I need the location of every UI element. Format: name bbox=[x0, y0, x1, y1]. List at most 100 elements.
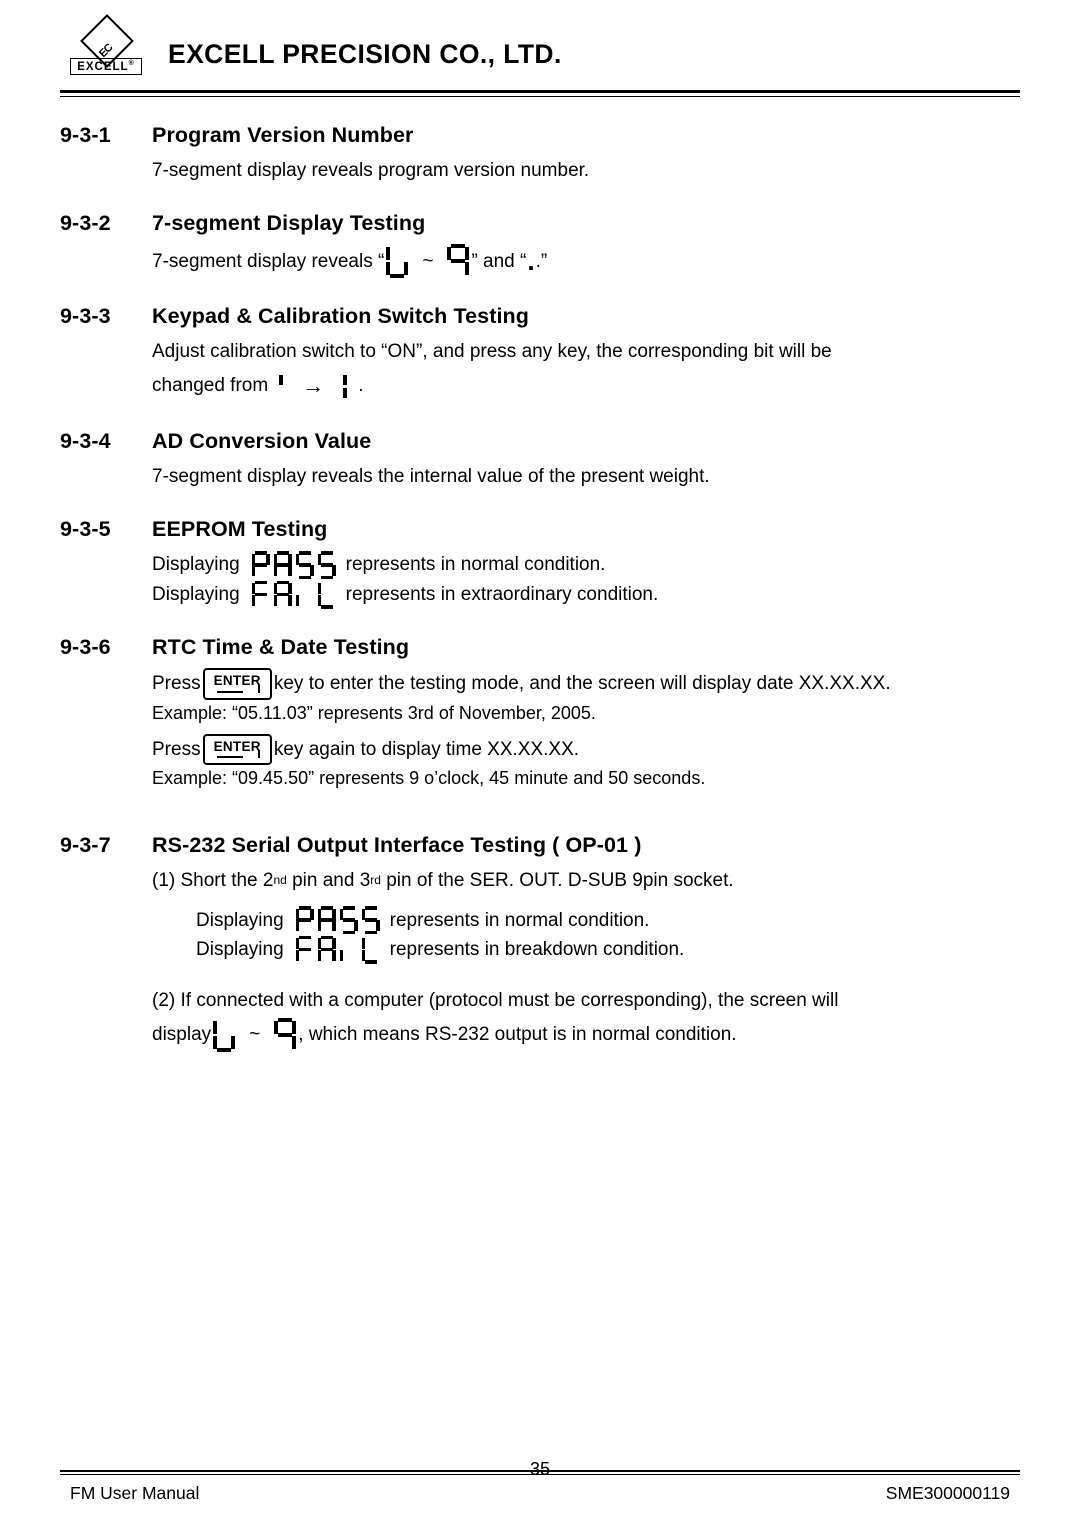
range-tilde: ~ bbox=[422, 250, 434, 272]
enter-key-button[interactable]: ENTER bbox=[202, 668, 272, 700]
bit-off-glyph bbox=[276, 373, 286, 399]
seg-letter-a bbox=[317, 935, 336, 964]
condition-text: represents in normal condition. bbox=[345, 554, 606, 576]
seg-letter-s-1 bbox=[295, 551, 314, 580]
condition-text: represents in extraordinary condition. bbox=[345, 583, 659, 605]
seg-letter-f bbox=[251, 580, 270, 609]
pass-display-line: Displaying represents in normal conditio… bbox=[152, 550, 1020, 580]
section-number: 9-3-6 bbox=[60, 635, 111, 660]
section-heading: 9-3-5 EEPROM Testing bbox=[60, 517, 1020, 542]
section-number: 9-3-7 bbox=[60, 833, 111, 858]
section-number: 9-3-1 bbox=[60, 123, 111, 147]
displaying-label: Displaying bbox=[196, 909, 284, 931]
logo-word-sup: ® bbox=[128, 60, 135, 67]
section-heading: 9-3-7 RS-232 Serial Output Interface Tes… bbox=[60, 833, 1020, 858]
seg-letter-i bbox=[295, 581, 314, 609]
section-number: 9-3-4 bbox=[60, 428, 111, 453]
seg-letter-l bbox=[361, 936, 380, 964]
fail-display-line: Displaying represents in extraordinary c… bbox=[152, 580, 1020, 609]
enter-key-button[interactable]: ENTER bbox=[202, 733, 272, 766]
displaying-label: Displaying bbox=[152, 554, 240, 576]
body-line-text: changed from bbox=[152, 375, 269, 397]
fail-display-line: Displaying represents in breakdown condi… bbox=[196, 935, 1020, 964]
section-9-3-5: 9-3-5 EEPROM Testing Displaying represen… bbox=[60, 517, 1020, 609]
seven-segment-glyph-bottom-left bbox=[213, 1018, 236, 1052]
section-9-3-4: 9-3-4 AD Conversion Value 7-segment disp… bbox=[60, 429, 1020, 491]
section-title: Program Version Number bbox=[152, 123, 414, 147]
seg-letter-s-2 bbox=[317, 551, 336, 580]
bit-on-glyph bbox=[340, 373, 350, 399]
press-instruction-text: key again to display time XX.XX.XX. bbox=[273, 738, 580, 760]
seg-letter-a bbox=[317, 906, 336, 934]
pass-display-line: Displaying represents in normal conditio… bbox=[196, 906, 1020, 935]
list-item-1: (1) Short the 2 nd pin and 3 rd pin of t… bbox=[152, 866, 1020, 895]
footer-left-text: FM User Manual bbox=[70, 1483, 200, 1503]
item1-ordinal-rd: rd bbox=[370, 873, 381, 888]
section-9-3-2: 9-3-2 7-segment Display Testing 7-segmen… bbox=[60, 211, 1020, 279]
range-tilde: ~ bbox=[249, 1024, 261, 1046]
seg-letter-i bbox=[339, 936, 358, 964]
body-tail-text: .” bbox=[535, 250, 548, 272]
header-divider bbox=[60, 90, 1020, 97]
footer-row: FM User Manual SME300000119 bbox=[60, 1483, 1020, 1504]
item2-post-text: , which means RS-232 output is in normal… bbox=[298, 1024, 737, 1046]
section-heading: 9-3-1 Program Version Number bbox=[60, 123, 1020, 148]
press-enter-line-2: Press ENTER key again to display time XX… bbox=[152, 733, 1020, 766]
section-title: Keypad & Calibration Switch Testing bbox=[152, 304, 530, 329]
press-enter-line-1: Press ENTER key to enter the testing mod… bbox=[152, 668, 1020, 700]
body-line-with-glyphs: changed from → . bbox=[152, 369, 1020, 403]
footer-right-text: SME300000119 bbox=[885, 1483, 1010, 1503]
arrow-glyph: → bbox=[302, 372, 325, 398]
press-label: Press bbox=[152, 673, 201, 695]
seg-letter-s-2 bbox=[361, 906, 380, 935]
section-title: EEPROM Testing bbox=[152, 517, 328, 542]
displaying-label: Displaying bbox=[196, 938, 284, 960]
example-line-2: Example: “09.45.50” represents 9 o’clock… bbox=[152, 768, 706, 789]
seg-letter-a bbox=[273, 580, 292, 609]
section-body: Press ENTER key to enter the testing mod… bbox=[152, 668, 1020, 793]
section-body: (1) Short the 2 nd pin and 3 rd pin of t… bbox=[152, 866, 1020, 1052]
body-line: 7-segment display reveals program versio… bbox=[152, 160, 590, 181]
item1-mid-text: pin and 3 bbox=[292, 870, 371, 892]
item1-ordinal-nd: nd bbox=[273, 873, 287, 888]
section-9-3-7: 9-3-7 RS-232 Serial Output Interface Tes… bbox=[60, 833, 1020, 1052]
list-item-2-line2: display ~ , which means RS-232 output is… bbox=[152, 1017, 1020, 1052]
body-mid-text: ” and “ bbox=[471, 250, 527, 272]
body-line: Adjust calibration switch to “ON”, and p… bbox=[152, 341, 832, 363]
section-body: 7-segment display reveals the internal v… bbox=[152, 462, 1020, 491]
section-number: 9-3-2 bbox=[60, 211, 111, 236]
press-label: Press bbox=[152, 738, 201, 760]
list-item-2-line1: (2) If connected with a computer (protoc… bbox=[152, 990, 839, 1012]
page-footer: FM User Manual SME300000119 bbox=[60, 1470, 1020, 1504]
section-body: 7-segment display reveals “ ~ ” and “ . … bbox=[152, 244, 548, 279]
condition-text: represents in normal condition. bbox=[389, 909, 650, 931]
section-title: AD Conversion Value bbox=[152, 428, 372, 453]
example-line-1: Example: “05.11.03” represents 3rd of No… bbox=[152, 702, 596, 723]
body-lead-text: 7-segment display reveals “ bbox=[152, 250, 385, 272]
seg-letter-s-1 bbox=[339, 906, 358, 935]
section-heading: 9-3-2 7-segment Display Testing bbox=[60, 211, 1020, 236]
company-name: EXCELL PRECISION CO., LTD. bbox=[168, 38, 562, 69]
section-9-3-3: 9-3-3 Keypad & Calibration Switch Testin… bbox=[60, 304, 1020, 403]
body-line: 7-segment display reveals the internal v… bbox=[152, 465, 710, 487]
section-9-3-6: 9-3-6 RTC Time & Date Testing Press ENTE… bbox=[60, 635, 1020, 793]
seven-segment-glyph-top-right bbox=[447, 244, 470, 278]
display-label: display bbox=[152, 1024, 212, 1046]
seven-segment-glyph-bottom-left bbox=[386, 244, 409, 279]
logo-mark-text: EC bbox=[97, 42, 115, 60]
body-period: . bbox=[358, 375, 364, 397]
section-9-3-1: 9-3-1 Program Version Number 7-segment d… bbox=[60, 123, 1020, 185]
displaying-label: Displaying bbox=[152, 583, 240, 605]
press-instruction-text: key to enter the testing mode, and the s… bbox=[273, 673, 891, 695]
seg-letter-p bbox=[251, 551, 270, 579]
page-header: EC EXCELL® EXCELL PRECISION CO., LTD. bbox=[60, 0, 1020, 80]
seg-letter-f bbox=[295, 935, 314, 964]
section-title: RS-232 Serial Output Interface Testing (… bbox=[152, 833, 642, 858]
section-number: 9-3-3 bbox=[60, 304, 111, 329]
seven-segment-glyph-top-right bbox=[274, 1017, 297, 1052]
logo-wordmark: EXCELL® bbox=[70, 58, 142, 75]
document-page: EC EXCELL® EXCELL PRECISION CO., LTD. 9-… bbox=[0, 0, 1080, 1526]
seg-letter-a bbox=[273, 551, 292, 579]
logo-word-text: EXCELL bbox=[77, 60, 129, 73]
condition-text: represents in breakdown condition. bbox=[389, 938, 685, 960]
